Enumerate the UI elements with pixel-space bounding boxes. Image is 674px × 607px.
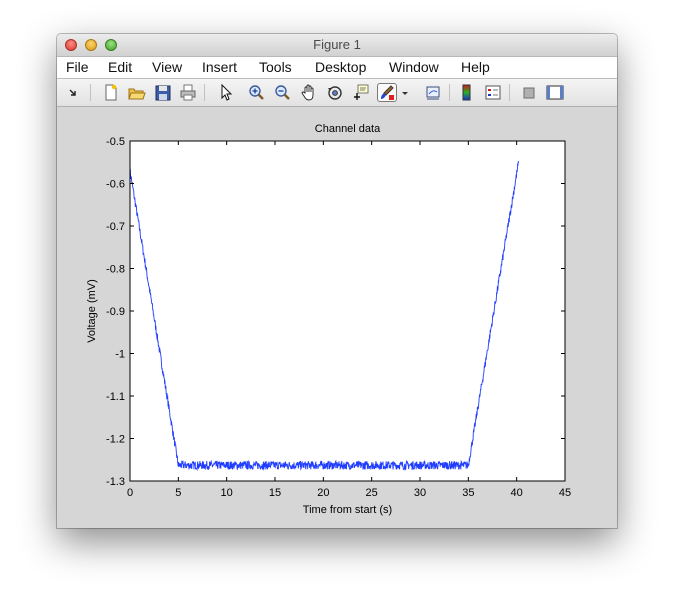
menu-view[interactable]: View: [152, 57, 182, 78]
open-file-icon[interactable]: [127, 83, 147, 102]
toolbar-separator: [204, 84, 205, 101]
pointer-icon[interactable]: [215, 83, 235, 102]
y-tick-label: -1.1: [106, 391, 125, 403]
y-tick-label: -0.5: [106, 136, 125, 148]
brush-icon[interactable]: [377, 83, 397, 102]
menu-file[interactable]: File: [66, 57, 89, 78]
y-tick-label: -1.2: [106, 434, 125, 446]
window-title: Figure 1: [313, 37, 361, 52]
x-tick-label: 30: [414, 487, 426, 499]
menu-window[interactable]: Window: [389, 57, 439, 78]
menu-tools[interactable]: Tools: [259, 57, 292, 78]
axes-background: [130, 141, 565, 481]
link-plot-icon[interactable]: [423, 83, 443, 102]
pan-hand-icon[interactable]: [299, 83, 319, 102]
menu-desktop[interactable]: Desktop: [315, 57, 366, 78]
rotate-3d-icon[interactable]: [325, 83, 345, 102]
zoom-window-button[interactable]: [105, 39, 117, 51]
dock-arrow-icon[interactable]: [63, 83, 83, 102]
x-tick-label: 25: [366, 487, 378, 499]
x-tick-label: 0: [127, 487, 133, 499]
y-tick-label: -0.6: [106, 179, 125, 191]
y-tick-label: -1.3: [106, 476, 125, 488]
x-tick-label: 5: [175, 487, 181, 499]
y-tick-label: -0.7: [106, 221, 125, 233]
x-tick-label: 35: [462, 487, 474, 499]
menu-insert[interactable]: Insert: [202, 57, 237, 78]
colorbar-icon[interactable]: [457, 83, 477, 102]
zoom-in-icon[interactable]: [247, 83, 267, 102]
x-tick-label: 10: [221, 487, 233, 499]
x-tick-label: 20: [317, 487, 329, 499]
toolbar-separator: [449, 84, 450, 101]
x-tick-label: 45: [559, 487, 571, 499]
x-tick-label: 40: [511, 487, 523, 499]
toolbar-separator: [90, 84, 91, 101]
y-tick-label: -0.9: [106, 306, 125, 318]
hide-plot-tools-icon[interactable]: [519, 83, 539, 102]
y-tick-label: -1: [115, 349, 125, 361]
line-chart[interactable]: 0 5 10 15 20 25 30 35 40 45 -0.5 -0.6 -0.7 -0.8 -0.9 -1…: [57, 107, 617, 528]
legend-icon[interactable]: [483, 83, 503, 102]
menu-bar: File Edit View Insert Tools Desktop Wind…: [57, 57, 617, 79]
y-axis-label: Voltage (mV): [86, 279, 98, 343]
save-icon[interactable]: [153, 83, 173, 102]
menu-help[interactable]: Help: [461, 57, 490, 78]
show-plot-tools-icon[interactable]: [545, 83, 565, 102]
minimize-window-button[interactable]: [85, 39, 97, 51]
data-cursor-icon[interactable]: [351, 83, 371, 102]
print-icon[interactable]: [178, 83, 198, 102]
x-tick-label: 15: [269, 487, 281, 499]
figure-canvas[interactable]: 0 5 10 15 20 25 30 35 40 45 -0.5 -0.6 -0.7 -0.8 -0.9 -1…: [57, 107, 617, 528]
zoom-out-icon[interactable]: [273, 83, 293, 102]
chevron-down-icon[interactable]: [400, 83, 410, 102]
y-tick-label: -0.8: [106, 264, 125, 276]
title-bar[interactable]: Figure 1: [57, 34, 617, 57]
toolbar-separator: [509, 84, 510, 101]
close-window-button[interactable]: [65, 39, 77, 51]
x-axis-label: Time from start (s): [303, 504, 392, 516]
menu-edit[interactable]: Edit: [108, 57, 132, 78]
figure-window: Figure 1 File Edit View Insert Tools Des…: [57, 34, 617, 528]
new-figure-icon[interactable]: [101, 83, 121, 102]
figure-toolbar: [57, 79, 617, 107]
chart-title: Channel data: [315, 123, 381, 135]
